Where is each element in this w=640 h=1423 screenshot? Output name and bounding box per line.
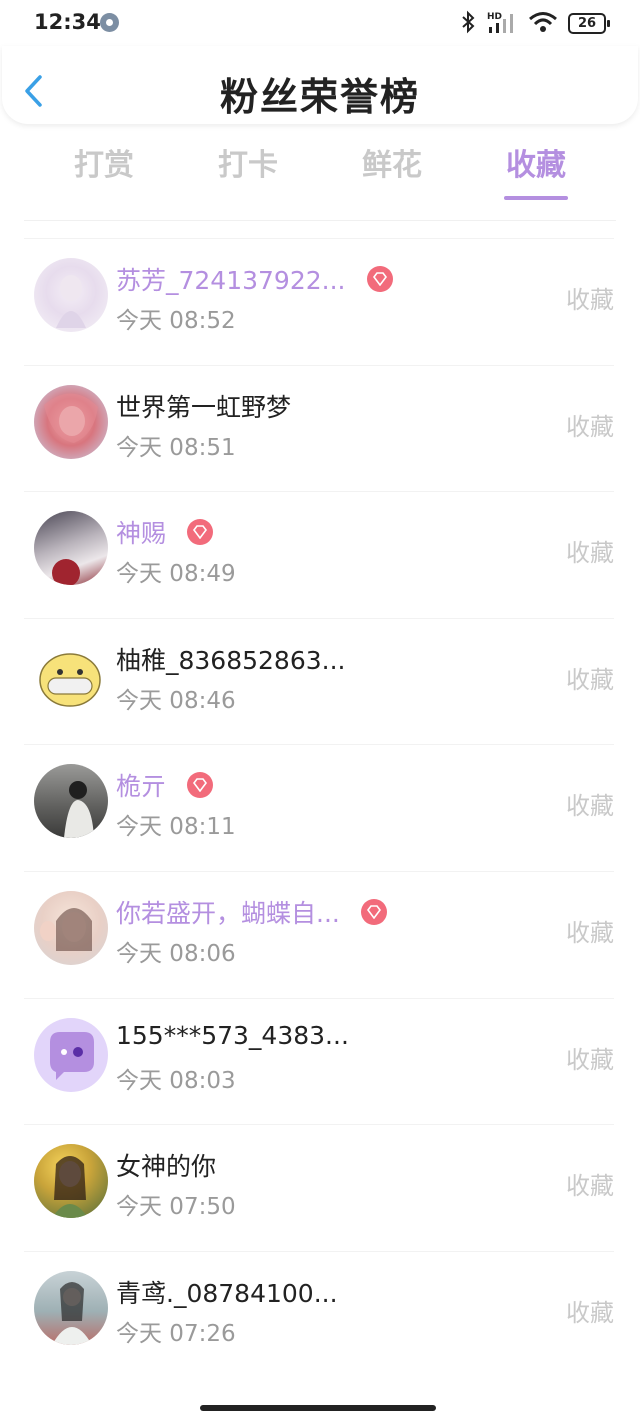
vip-diamond-icon bbox=[187, 519, 214, 546]
user-name: 神赐 bbox=[116, 519, 167, 549]
list-item[interactable]: 苏芳_724137922... 今天 08:52 收藏 bbox=[24, 238, 614, 365]
favorite-action-label: 收藏 bbox=[566, 412, 614, 441]
avatar bbox=[34, 637, 108, 712]
favorite-action-label: 收藏 bbox=[566, 918, 614, 947]
avatar bbox=[34, 764, 108, 839]
favorite-action-label: 收藏 bbox=[566, 665, 614, 694]
avatar bbox=[34, 384, 108, 459]
bluetooth-icon bbox=[462, 10, 475, 34]
vip-diamond-icon bbox=[187, 772, 214, 799]
list-item[interactable]: 155***573_4383... 今天 08:03 收藏 bbox=[24, 997, 614, 1125]
avatar bbox=[34, 1144, 108, 1219]
favorite-action-label: 收藏 bbox=[566, 1045, 614, 1074]
avatar bbox=[34, 258, 108, 332]
avatar bbox=[34, 1017, 108, 1092]
signal-hd-label: HD bbox=[487, 12, 502, 22]
active-tab-underline bbox=[504, 196, 568, 200]
tab-reward[interactable]: 打赏 bbox=[32, 140, 176, 184]
user-name: 你若盛开，蝴蝶自... bbox=[116, 898, 340, 928]
fan-list: 苏芳_724137922... 今天 08:52 收藏 世界第一虹野梦 今天 0… bbox=[0, 238, 640, 1377]
timestamp: 今天 08:11 bbox=[116, 814, 236, 841]
user-name: 苏芳_724137922... bbox=[116, 266, 346, 295]
list-item[interactable]: 你若盛开，蝴蝶自... 今天 08:06 收藏 bbox=[24, 870, 614, 998]
status-bar: 12:34 HD 26 bbox=[0, 0, 640, 46]
header-bar: 粉丝荣誉榜 bbox=[2, 46, 638, 124]
settings-gear-icon bbox=[100, 13, 119, 32]
list-item[interactable]: 神赐 今天 08:49 收藏 bbox=[24, 491, 614, 618]
avatar bbox=[34, 1270, 108, 1345]
wifi-icon bbox=[529, 12, 557, 32]
user-name: 155***573_4383... bbox=[116, 1020, 349, 1050]
avatar bbox=[34, 890, 108, 965]
favorite-action-label: 收藏 bbox=[566, 286, 614, 314]
tab-bar: 打赏 打卡 鲜花 收藏 bbox=[0, 140, 640, 204]
favorite-action-label: 收藏 bbox=[566, 539, 614, 568]
home-indicator[interactable] bbox=[200, 1405, 436, 1411]
battery-indicator: 26 bbox=[568, 13, 610, 34]
status-time: 12:34 bbox=[34, 10, 101, 34]
timestamp: 今天 08:03 bbox=[116, 1067, 236, 1094]
timestamp: 今天 08:49 bbox=[116, 561, 236, 588]
list-item[interactable]: 女神的你 今天 07:50 收藏 bbox=[24, 1124, 614, 1251]
list-item[interactable]: 青鸢._08784100... 今天 07:26 收藏 bbox=[24, 1250, 614, 1378]
list-item[interactable]: 桅亓 今天 08:11 收藏 bbox=[24, 744, 614, 871]
tab-checkin[interactable]: 打卡 bbox=[176, 140, 320, 184]
list-item[interactable]: 世界第一虹野梦 今天 08:51 收藏 bbox=[24, 364, 614, 492]
tab-favorites[interactable]: 收藏 bbox=[464, 140, 608, 184]
vip-diamond-icon bbox=[366, 266, 393, 292]
favorite-action-label: 收藏 bbox=[566, 792, 614, 821]
divider bbox=[24, 220, 616, 221]
timestamp: 今天 08:51 bbox=[116, 434, 236, 461]
list-item[interactable]: 柚稚_836852863... 今天 08:46 收藏 bbox=[24, 617, 614, 745]
user-name: 青鸢._08784100... bbox=[116, 1278, 338, 1308]
user-name: 女神的你 bbox=[116, 1152, 217, 1182]
favorite-action-label: 收藏 bbox=[566, 1298, 614, 1327]
page-title: 粉丝荣誉榜 bbox=[219, 75, 420, 119]
timestamp: 今天 08:46 bbox=[116, 687, 236, 714]
vip-diamond-icon bbox=[360, 898, 387, 925]
timestamp: 今天 08:06 bbox=[116, 940, 236, 967]
timestamp: 今天 07:50 bbox=[116, 1194, 236, 1221]
user-name: 桅亓 bbox=[116, 772, 167, 802]
user-name: 柚稚_836852863... bbox=[116, 645, 346, 675]
timestamp: 今天 08:52 bbox=[116, 308, 236, 334]
timestamp: 今天 07:26 bbox=[116, 1320, 236, 1347]
user-name: 世界第一虹野梦 bbox=[116, 392, 292, 422]
cellular-signal-icon: HD bbox=[487, 12, 513, 33]
avatar bbox=[34, 511, 108, 586]
favorite-action-label: 收藏 bbox=[566, 1172, 614, 1201]
tab-flowers[interactable]: 鲜花 bbox=[320, 140, 464, 184]
